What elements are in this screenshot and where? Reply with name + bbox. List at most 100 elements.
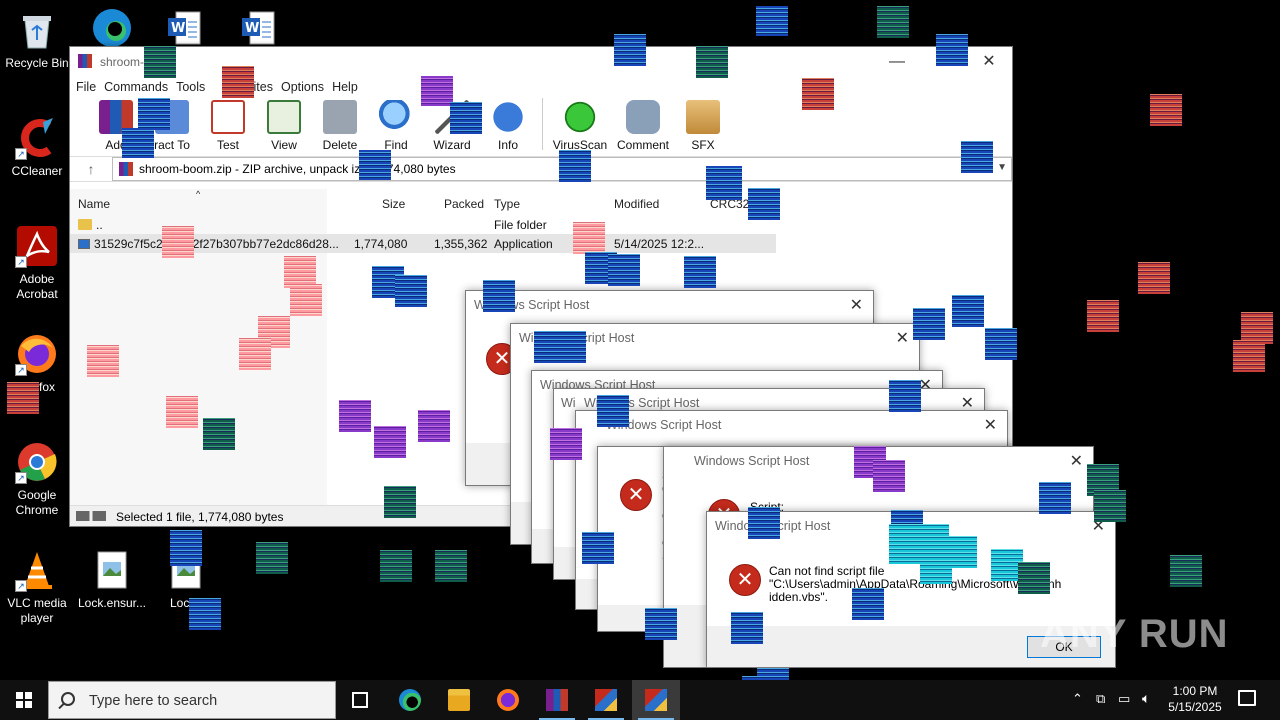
- view-book-icon: [267, 100, 301, 134]
- menu-tools[interactable]: Tools: [176, 80, 213, 94]
- toolbar-sfx-button[interactable]: SFX: [675, 98, 731, 152]
- close-button[interactable]: ✕: [966, 47, 1012, 76]
- glitch-block: [162, 226, 194, 258]
- glitch-block: [144, 46, 176, 78]
- glitch-block: [889, 380, 921, 412]
- glitch-block: [7, 382, 39, 414]
- toolbar-find-button[interactable]: Find: [368, 98, 424, 152]
- glitch-block: [222, 66, 254, 98]
- toolbar-comment-button[interactable]: Comment: [611, 98, 675, 152]
- toolbar-separator: [542, 98, 543, 150]
- chrome-icon: ↗: [15, 440, 59, 484]
- row-type: Application: [494, 237, 553, 251]
- glitch-block: [597, 395, 629, 427]
- glitch-block: [1094, 490, 1126, 522]
- toolbar-test-button[interactable]: Test: [200, 98, 256, 152]
- start-button[interactable]: [0, 680, 48, 720]
- menu-file[interactable]: File: [76, 80, 104, 94]
- glitch-block: [1039, 482, 1071, 514]
- glitch-block: [374, 426, 406, 458]
- glitch-block: [684, 256, 716, 288]
- row-type: File folder: [494, 218, 547, 232]
- close-icon[interactable]: ✕: [1070, 451, 1083, 471]
- glitch-block: [290, 284, 322, 316]
- glitch-block: [384, 486, 416, 518]
- toolbar-info-button[interactable]: Info: [480, 98, 536, 152]
- dialog-titlebar[interactable]: Windows Script Host✕: [466, 291, 873, 319]
- glitch-block: [1150, 94, 1182, 126]
- close-icon[interactable]: ✕: [850, 295, 863, 315]
- column-name[interactable]: Name: [78, 197, 110, 211]
- column-headers: Name ^ Size Packed Type Modified CRC32: [70, 189, 1012, 215]
- taskbar-clock[interactable]: 1:00 PM 5/15/2025: [1160, 683, 1230, 715]
- toolbar-virusscan-button[interactable]: VirusScan: [549, 98, 611, 152]
- taskbar-winrar[interactable]: [533, 680, 581, 720]
- glitch-block: [1087, 300, 1119, 332]
- chevron-up-icon[interactable]: ⌃: [1072, 691, 1083, 707]
- desktop-icon-label: VLC media player: [7, 596, 67, 625]
- close-icon[interactable]: ✕: [984, 415, 997, 435]
- notification-icon[interactable]: [1238, 690, 1256, 706]
- glitch-block: [122, 128, 154, 158]
- glitch-block: [936, 34, 968, 66]
- desktop-icon-ccleaner[interactable]: ↗ CCleaner: [1, 116, 73, 179]
- taskbar-script-host-2[interactable]: [632, 680, 680, 720]
- glitch-block: [873, 460, 905, 492]
- toolbar-view-button[interactable]: View: [256, 98, 312, 152]
- dialog-title: Wi: [561, 396, 576, 410]
- menu-help[interactable]: Help: [332, 80, 366, 94]
- glitch-block: [731, 612, 763, 644]
- column-type[interactable]: Type: [494, 197, 520, 211]
- network-icon[interactable]: ⧉: [1096, 691, 1105, 707]
- glitch-block: [645, 608, 677, 640]
- glitch-block: [748, 507, 780, 539]
- desktop-icon-lock-ensure[interactable]: Lock.ensur...: [76, 548, 148, 611]
- glitch-block: [359, 150, 391, 180]
- archive-icon: [119, 162, 133, 176]
- glitch-block: [1138, 262, 1170, 294]
- menu-options[interactable]: Options: [281, 80, 332, 94]
- anyrun-watermark: ANY RUN: [1040, 612, 1229, 656]
- toolbar-delete-button[interactable]: Delete: [312, 98, 368, 152]
- taskbar-script-host-1[interactable]: [582, 680, 630, 720]
- column-size[interactable]: Size: [382, 197, 405, 211]
- task-view-button[interactable]: [336, 680, 384, 720]
- glitch-block: [421, 76, 453, 106]
- taskbar-firefox[interactable]: [484, 680, 532, 720]
- folder-icon: [78, 219, 92, 230]
- sort-arrow-icon: ^: [196, 189, 201, 199]
- dialog-titlebar[interactable]: Windows Script Host✕: [576, 411, 1007, 439]
- info-icon: [491, 100, 525, 134]
- desktop-icon-adobe-acrobat[interactable]: ↗ Adobe Acrobat: [1, 224, 73, 302]
- column-modified[interactable]: Modified: [614, 197, 659, 211]
- edge-icon: [90, 6, 134, 50]
- menu-commands[interactable]: Commands: [104, 80, 176, 94]
- message-line-3: idden.vbs".: [769, 590, 828, 604]
- firefox-icon: [497, 689, 519, 711]
- glitch-block: [608, 254, 640, 286]
- close-icon[interactable]: ✕: [896, 328, 909, 348]
- desktop-icon-chrome[interactable]: ↗ Google Chrome: [1, 440, 73, 518]
- svg-text:W: W: [171, 21, 185, 36]
- row-size: 1,774,080: [354, 237, 408, 251]
- desktop-icon-recycle-bin[interactable]: Recycle Bin: [1, 8, 73, 71]
- desktop-icon-vlc[interactable]: ↗ VLC media player: [1, 548, 73, 626]
- taskbar-search-box[interactable]: Type here to search: [48, 681, 336, 719]
- error-icon: ✕: [620, 479, 652, 511]
- taskbar-file-explorer[interactable]: [435, 680, 483, 720]
- taskbar: Type here to search ⌃ ⧉ ▭ 🔈︎ 1:00 PM 5/1…: [0, 680, 1280, 720]
- volume-icon[interactable]: 🔈︎: [1142, 690, 1150, 707]
- device-icon[interactable]: ▭: [1118, 691, 1130, 707]
- chevron-down-icon[interactable]: ▼: [997, 162, 1007, 173]
- column-packed[interactable]: Packed: [444, 197, 484, 211]
- winrar-app-icon: [78, 54, 92, 68]
- glitch-block: [483, 280, 515, 312]
- taskbar-edge[interactable]: [386, 680, 434, 720]
- winrar-titlebar[interactable]: shroom- .zip — ☐ ✕: [70, 47, 1012, 76]
- up-folder-button[interactable]: ↑: [70, 161, 112, 177]
- winrar-app-icon: [546, 689, 568, 711]
- glitch-block: [166, 396, 198, 428]
- glitch-block: [756, 6, 788, 36]
- minimize-button[interactable]: —: [874, 47, 920, 76]
- glitch-block: [748, 188, 780, 220]
